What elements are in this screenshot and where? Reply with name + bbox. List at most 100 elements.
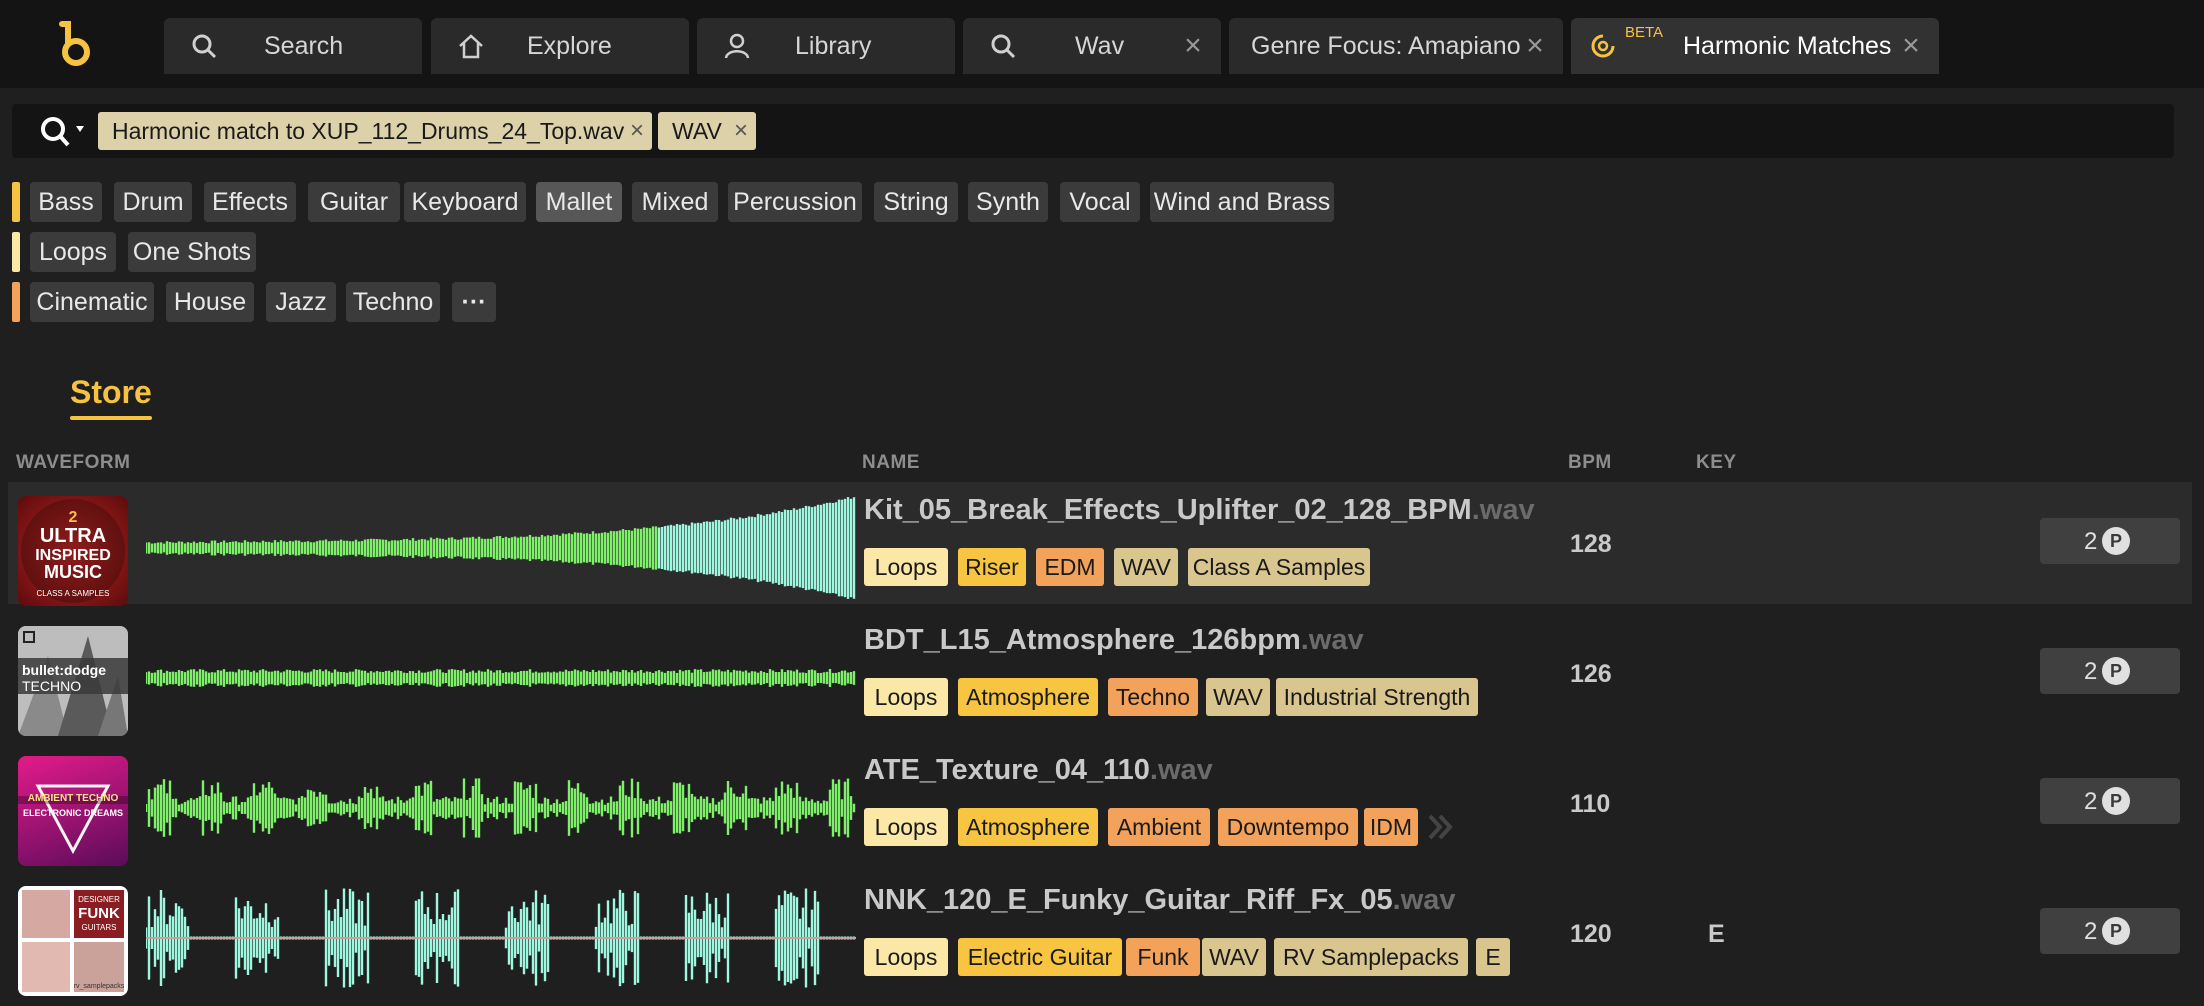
purchase-button[interactable]: 2 P [2040, 908, 2180, 954]
column-header-waveform[interactable]: WAVEFORM [16, 452, 130, 474]
close-icon[interactable]: × [1897, 30, 1925, 62]
filter-percussion[interactable]: Percussion [728, 182, 862, 222]
filter-house[interactable]: House [166, 282, 254, 322]
sample-name[interactable]: BDT_L15_Atmosphere_126bpm.wav [864, 624, 1364, 657]
price-value: 2 [2084, 658, 2098, 685]
tag-downtempo[interactable]: Downtempo [1218, 808, 1358, 846]
artwork-image: AMBIENT TECHNO ELECTRONIC DREAMS [18, 784, 128, 855]
filter-techno[interactable]: Techno [346, 282, 440, 322]
table-row[interactable]: AMBIENT TECHNO ELECTRONIC DREAMS ATE_Tex… [8, 742, 2192, 866]
search-dropdown-icon[interactable] [38, 114, 96, 150]
points-icon: P [2102, 917, 2130, 945]
more-filters-button[interactable]: ··· [452, 282, 496, 322]
column-header-bpm[interactable]: BPM [1568, 452, 1612, 474]
purchase-button[interactable]: 2 P [2040, 648, 2180, 694]
column-header-name[interactable]: NAME [862, 452, 920, 474]
tab-library[interactable]: Library [697, 18, 955, 74]
artwork-image: DESIGNER FUNK GUITARS rv_samplepacks [22, 890, 125, 992]
table-row[interactable]: bullet:dodge TECHNO BDT_L15_Atmosphere_1… [8, 612, 2192, 736]
filter-mixed[interactable]: Mixed [632, 182, 718, 222]
filter-cinematic[interactable]: Cinematic [30, 282, 154, 322]
tag-pack[interactable]: Class A Samples [1188, 548, 1370, 586]
purchase-button[interactable]: 2 P [2040, 518, 2180, 564]
more-tags-icon[interactable] [1426, 810, 1454, 844]
tag-loops[interactable]: Loops [864, 808, 948, 846]
filter-vocal[interactable]: Vocal [1060, 182, 1140, 222]
tab-wav[interactable]: Wav × [963, 18, 1221, 74]
tag-edm[interactable]: EDM [1036, 548, 1104, 586]
harmonic-icon [1591, 34, 1615, 58]
tab-harmonic-matches[interactable]: BETA Harmonic Matches × [1571, 18, 1939, 74]
tab-search[interactable]: Search [164, 18, 422, 74]
filter-effects[interactable]: Effects [204, 182, 296, 222]
price-value: 2 [2084, 788, 2098, 815]
filter-one-shots[interactable]: One Shots [128, 232, 256, 272]
pack-artwork[interactable]: DESIGNER FUNK GUITARS rv_samplepacks [18, 886, 128, 996]
points-icon: P [2102, 657, 2130, 685]
key-value: E [1708, 920, 1725, 948]
waveform[interactable] [146, 882, 856, 994]
filter-synth[interactable]: Synth [968, 182, 1048, 222]
table-row[interactable]: 2 ULTRA INSPIRED MUSIC CLASS A SAMPLES K… [8, 482, 2192, 606]
art-text: MUSIC [44, 562, 102, 582]
tag-loops[interactable]: Loops [864, 548, 948, 586]
pack-artwork[interactable]: bullet:dodge TECHNO [18, 626, 128, 736]
filter-guitar[interactable]: Guitar [308, 182, 400, 222]
tag-idm[interactable]: IDM [1364, 808, 1418, 846]
app-logo-icon[interactable] [52, 18, 96, 68]
filter-bass[interactable]: Bass [30, 182, 102, 222]
tag-loops[interactable]: Loops [864, 678, 948, 716]
art-text: DESIGNER [78, 895, 120, 904]
filter-jazz[interactable]: Jazz [266, 282, 336, 322]
filter-loops[interactable]: Loops [30, 232, 116, 272]
close-icon[interactable]: × [1179, 30, 1207, 62]
waveform[interactable] [146, 752, 856, 864]
search-bar[interactable]: Harmonic match to XUP_112_Drums_24_Top.w… [12, 104, 2174, 158]
purchase-button[interactable]: 2 P [2040, 778, 2180, 824]
tag-techno[interactable]: Techno [1108, 678, 1198, 716]
tag-ambient[interactable]: Ambient [1108, 808, 1210, 846]
tab-genre-focus[interactable]: Genre Focus: Amapiano × [1229, 18, 1563, 74]
filter-mallet[interactable]: Mallet [536, 182, 622, 222]
tag-wav[interactable]: WAV [1206, 678, 1270, 716]
tag-riser[interactable]: Riser [958, 548, 1026, 586]
tag-wav[interactable]: WAV [1114, 548, 1178, 586]
sample-name[interactable]: Kit_05_Break_Effects_Uplifter_02_128_BPM… [864, 494, 1535, 527]
section-title-store[interactable]: Store [70, 374, 152, 411]
tab-label: Library [795, 32, 872, 60]
filter-wind-and-brass[interactable]: Wind and Brass [1150, 182, 1334, 222]
tag-pack[interactable]: RV Samplepacks [1274, 938, 1468, 976]
artwork-image: 2 ULTRA INSPIRED MUSIC CLASS A SAMPLES [21, 499, 125, 603]
search-chip-wav[interactable]: WAV × [658, 112, 756, 150]
search-chip-harmonic[interactable]: Harmonic match to XUP_112_Drums_24_Top.w… [98, 112, 652, 150]
tag-pack[interactable]: Industrial Strength [1276, 678, 1478, 716]
close-icon[interactable]: × [630, 112, 644, 150]
waveform[interactable] [146, 492, 856, 604]
bpm-value: 120 [1570, 920, 1612, 948]
filter-keyboard[interactable]: Keyboard [404, 182, 526, 222]
bpm-value: 126 [1570, 660, 1612, 688]
table-row[interactable]: DESIGNER FUNK GUITARS rv_samplepacks NNK… [8, 872, 2192, 996]
tag-atmosphere[interactable]: Atmosphere [958, 678, 1098, 716]
tag-atmosphere[interactable]: Atmosphere [958, 808, 1098, 846]
tag-key[interactable]: E [1476, 938, 1510, 976]
tab-label: Wav [1075, 32, 1125, 60]
tag-loops[interactable]: Loops [864, 938, 948, 976]
sample-name[interactable]: ATE_Texture_04_110.wav [864, 754, 1213, 787]
pack-artwork[interactable]: AMBIENT TECHNO ELECTRONIC DREAMS [18, 756, 128, 866]
filter-string[interactable]: String [874, 182, 958, 222]
search-icon [991, 34, 1016, 59]
beta-badge: BETA [1625, 24, 1664, 41]
close-icon[interactable]: × [1521, 30, 1549, 62]
filter-drum[interactable]: Drum [114, 182, 192, 222]
tag-wav[interactable]: WAV [1202, 938, 1266, 976]
pack-artwork[interactable]: 2 ULTRA INSPIRED MUSIC CLASS A SAMPLES [18, 496, 128, 606]
tag-electric-guitar[interactable]: Electric Guitar [958, 938, 1122, 976]
filter-group-marker [12, 232, 20, 272]
waveform[interactable] [146, 622, 856, 734]
tab-explore[interactable]: Explore [431, 18, 689, 74]
sample-name[interactable]: NNK_120_E_Funky_Guitar_Riff_Fx_05.wav [864, 884, 1456, 917]
close-icon[interactable]: × [734, 112, 748, 150]
tag-funk[interactable]: Funk [1126, 938, 1200, 976]
column-header-key[interactable]: KEY [1696, 452, 1737, 474]
